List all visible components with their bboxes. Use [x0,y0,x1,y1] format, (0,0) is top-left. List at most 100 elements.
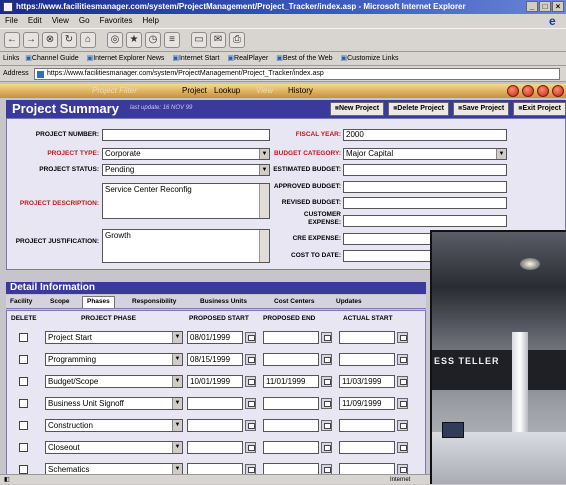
calendar-icon[interactable] [397,332,408,343]
proposed-start-field[interactable]: 10/01/1999 [187,375,243,388]
link-realplayer[interactable]: RealPlayer [227,55,268,62]
actual-start-field[interactable] [339,353,395,366]
delete-checkbox[interactable] [19,333,28,342]
calendar-icon[interactable] [321,420,332,431]
estimated-budget-field[interactable] [343,164,507,176]
proposed-end-field[interactable] [263,353,319,366]
delete-checkbox[interactable] [19,377,28,386]
chevron-down-icon[interactable]: ▼ [259,165,269,175]
mail-icon[interactable]: ✉ [210,32,226,48]
link-internet-start[interactable]: Internet Start [172,55,219,62]
revised-budget-field[interactable] [343,197,507,209]
calendar-icon[interactable] [321,332,332,343]
calendar-icon[interactable] [245,420,256,431]
project-description-textarea[interactable]: Service Center Reconfig [102,183,270,219]
phase-select[interactable]: Budget/Scope ▼ [45,375,183,388]
actual-start-field[interactable]: 11/03/1999 [339,375,395,388]
nav-info-icon[interactable] [537,85,549,97]
tab-facility[interactable]: Facility [6,297,36,307]
search-icon[interactable]: ◎ [107,32,123,48]
calendar-icon[interactable] [397,398,408,409]
project-justification-textarea[interactable]: Growth [102,229,270,263]
delete-checkbox[interactable] [19,443,28,452]
delete-checkbox[interactable] [19,465,28,474]
chevron-down-icon[interactable]: ▼ [172,376,182,387]
chevron-down-icon[interactable]: ▼ [172,332,182,343]
link-best-of-web[interactable]: Best of the Web [276,55,332,62]
proposed-start-field[interactable]: 08/15/1999 [187,353,243,366]
menu-help[interactable]: Help [142,14,158,28]
calendar-icon[interactable] [245,354,256,365]
menu-favorites[interactable]: Favorites [100,14,133,28]
customer-expense-field[interactable] [343,215,507,227]
calendar-icon[interactable] [397,376,408,387]
exit-project-button[interactable]: Exit Project [513,102,566,116]
nav-help-icon[interactable] [507,85,519,97]
actual-start-field[interactable] [339,441,395,454]
tab-responsibility[interactable]: Responsibility [128,297,180,307]
budget-category-select[interactable]: Major Capital ▼ [343,148,507,160]
delete-checkbox[interactable] [19,355,28,364]
calendar-icon[interactable] [321,376,332,387]
calendar-icon[interactable] [245,332,256,343]
proposed-end-field[interactable] [263,419,319,432]
calendar-icon[interactable] [397,420,408,431]
nav-view[interactable]: View [256,84,273,98]
proposed-end-field[interactable] [263,331,319,344]
channels-icon[interactable]: ≡ [164,32,180,48]
chevron-down-icon[interactable]: ▼ [259,149,269,159]
calendar-icon[interactable] [321,442,332,453]
project-type-select[interactable]: Corporate ▼ [102,148,270,160]
proposed-start-field[interactable] [187,441,243,454]
new-project-button[interactable]: New Project [329,102,385,116]
actual-start-field[interactable] [339,419,395,432]
calendar-icon[interactable] [245,398,256,409]
tab-phases[interactable]: Phases [82,296,115,308]
link-ie-news[interactable]: Internet Explorer News [87,55,165,62]
proposed-start-field[interactable] [187,419,243,432]
proposed-start-field[interactable]: 08/01/1999 [187,331,243,344]
phase-select[interactable]: Construction ▼ [45,419,183,432]
nav-project[interactable]: Project [182,84,207,98]
tab-business-units[interactable]: Business Units [196,297,251,307]
actual-start-field[interactable] [339,331,395,344]
menu-view[interactable]: View [52,14,69,28]
actual-start-field[interactable]: 11/09/1999 [339,397,395,410]
chevron-down-icon[interactable]: ▼ [172,354,182,365]
proposed-end-field[interactable] [263,441,319,454]
menu-edit[interactable]: Edit [28,14,42,28]
calendar-icon[interactable] [245,376,256,387]
chevron-down-icon[interactable]: ▼ [496,149,506,159]
phase-select[interactable]: Closeout ▼ [45,441,183,454]
favorites-icon[interactable]: ★ [126,32,142,48]
menu-go[interactable]: Go [79,14,90,28]
print-icon[interactable]: ⎙ [229,32,245,48]
proposed-start-field[interactable] [187,397,243,410]
link-customize-links[interactable]: Customize Links [341,55,399,62]
delete-project-button[interactable]: Delete Project [388,102,449,116]
nav-close-icon[interactable] [552,85,564,97]
phase-select[interactable]: Programming ▼ [45,353,183,366]
calendar-icon[interactable] [397,442,408,453]
tab-scope[interactable]: Scope [46,297,74,307]
scrollbar[interactable] [259,230,269,262]
close-icon[interactable]: × [552,1,564,12]
chevron-down-icon[interactable]: ▼ [172,420,182,431]
calendar-icon[interactable] [245,442,256,453]
proposed-end-field[interactable]: 11/01/1999 [263,375,319,388]
maximize-icon[interactable]: □ [539,1,551,12]
back-icon[interactable]: ← [4,32,20,48]
address-input[interactable]: https://www.facilitiesmanager.com/system… [34,68,560,80]
history-icon[interactable]: ◷ [145,32,161,48]
project-status-select[interactable]: Pending ▼ [102,164,270,176]
save-project-button[interactable]: Save Project [452,102,510,116]
forward-icon[interactable]: → [23,32,39,48]
nav-lookup[interactable]: Lookup [214,84,240,98]
chevron-down-icon[interactable]: ▼ [172,442,182,453]
calendar-icon[interactable] [321,354,332,365]
scrollbar[interactable] [259,184,269,218]
home-icon[interactable]: ⌂ [80,32,96,48]
refresh-icon[interactable]: ↻ [61,32,77,48]
proposed-end-field[interactable] [263,397,319,410]
tab-cost-centers[interactable]: Cost Centers [270,297,318,307]
